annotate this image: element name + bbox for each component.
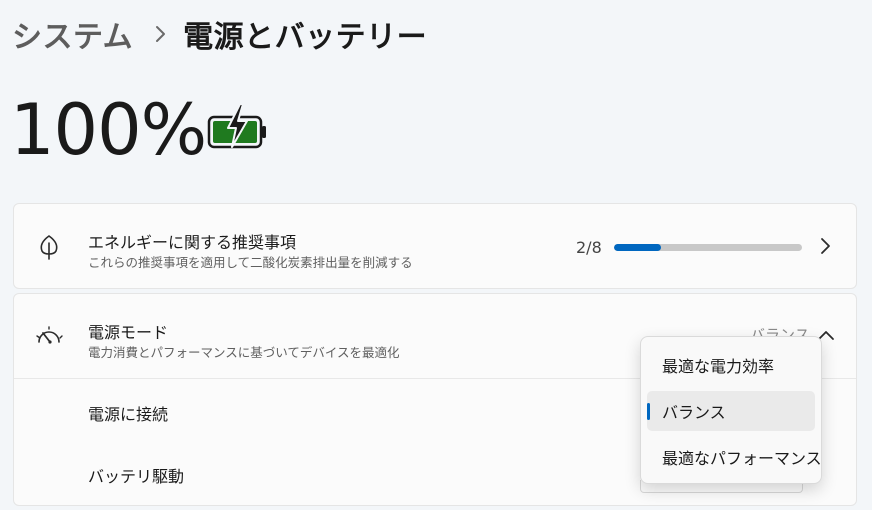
breadcrumb-system-link[interactable]: システム <box>12 12 133 56</box>
energy-recommendations-card[interactable]: エネルギーに関する推奨事項 これらの推奨事項を適用して二酸化炭素排出量を削減する… <box>13 203 857 289</box>
dropdown-option-best-power-efficiency[interactable]: 最適な電力効率 <box>647 345 815 385</box>
page-title: 電源とバッテリー <box>183 20 428 55</box>
dropdown-option-label: 最適な電力効率 <box>662 357 775 376</box>
dropdown-option-label: 最適なパフォーマンス <box>662 449 822 468</box>
recommendations-progress-count: 2/8 <box>576 238 602 257</box>
selection-indicator <box>647 403 650 420</box>
battery-charging-icon <box>207 103 269 151</box>
speedometer-icon <box>35 323 63 351</box>
on-battery-label: バッテリ駆動 <box>88 467 185 486</box>
chevron-right-icon <box>818 237 832 259</box>
recommendations-progress-fill <box>614 244 661 251</box>
dropdown-option-best-performance[interactable]: 最適なパフォーマンス <box>647 437 822 477</box>
breadcrumb: システム 電源とバッテリー <box>12 12 427 56</box>
dropdown-option-balanced[interactable]: バランス <box>647 391 815 431</box>
leaf-icon <box>35 233 63 261</box>
recommendations-progress-bar <box>614 244 802 251</box>
power-mode-title: 電源モード <box>88 323 169 342</box>
power-mode-dropdown-menu: 最適な電力効率 バランス 最適なパフォーマンス <box>640 336 822 484</box>
power-mode-subtitle: 電力消費とパフォーマンスに基づいてデバイスを最適化 <box>88 345 400 360</box>
plugged-in-label: 電源に接続 <box>88 405 169 424</box>
recommendations-subtitle: これらの推奨事項を適用して二酸化炭素排出量を削減する <box>88 255 413 270</box>
battery-percentage: 100% <box>10 89 207 171</box>
chevron-right-icon <box>155 25 167 43</box>
settings-page: システム 電源とバッテリー 100% エネルギーに関する推奨事項 これらの推奨事… <box>0 0 872 510</box>
recommendations-title: エネルギーに関する推奨事項 <box>88 233 297 252</box>
dropdown-option-label: バランス <box>662 403 726 422</box>
